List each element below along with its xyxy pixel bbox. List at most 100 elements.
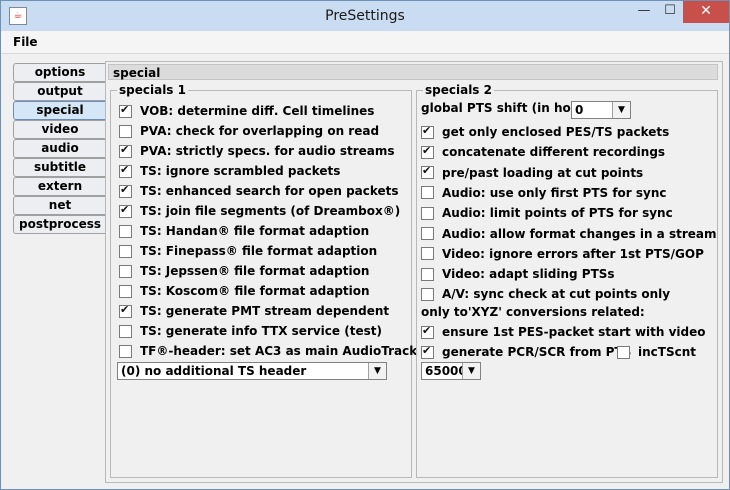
checkbox-row[interactable]: concatenate different recordings [421,143,665,161]
checkbox-label: VOB: determine diff. Cell timelines [140,104,375,118]
presettings-window: ☕ PreSettings — ☐ ✕ File options output … [0,0,730,490]
tab-extern[interactable]: extern [13,177,107,196]
checkbox-label: TS: Koscom® file format adaption [140,284,370,298]
specials1-group: specials 1 VOB: determine diff. Cell tim… [110,83,417,478]
checkbox-row[interactable]: get only enclosed PES/TS packets [421,123,669,141]
checkbox[interactable] [119,303,132,318]
chevron-down-icon[interactable]: ▼ [368,363,386,379]
checkbox[interactable] [421,267,434,281]
checkbox-row[interactable]: TS: Handan® file format adaption [119,222,369,240]
checkbox-row[interactable]: ensure 1st PES-packet start with video [421,323,706,341]
checkbox-row[interactable]: pre/past loading at cut points [421,164,643,182]
checkbox-label: Audio: allow format changes in a stream [442,226,717,241]
checkbox-row[interactable]: A/V: sync check at cut points only [421,285,670,303]
checkbox-label: PVA: strictly specs. for audio streams [140,144,395,158]
checkbox-row[interactable]: VOB: determine diff. Cell timelines [119,102,374,120]
checkbox[interactable] [421,164,434,180]
checkbox[interactable] [421,206,434,220]
checkbox-label: TS: ignore scrambled packets [140,164,341,178]
checkbox-row[interactable]: TS: join file segments (of Dreambox®) [119,202,400,220]
checkbox-row[interactable]: Video: adapt sliding PTSs [421,265,615,283]
checkbox[interactable] [119,264,132,278]
checkbox[interactable] [119,224,132,238]
panel-header: special [108,64,718,80]
checkbox[interactable] [119,344,132,358]
chevron-down-icon[interactable]: ▼ [462,363,480,379]
close-button[interactable]: ✕ [683,1,729,23]
checkbox[interactable] [421,344,434,359]
checkbox[interactable] [421,186,434,200]
menu-file[interactable]: File [13,35,38,49]
specials2-group: specials 2 global PTS shift (in hours): … [416,83,718,478]
checkbox[interactable] [119,143,132,158]
title-bar[interactable]: ☕ PreSettings — ☐ ✕ [1,1,729,31]
inctscnt-checkbox[interactable]: incTScnt [617,343,696,361]
chevron-down-icon[interactable]: ▼ [612,102,630,118]
tab-output[interactable]: output [13,82,107,101]
checkbox[interactable] [119,203,132,218]
tab-net[interactable]: net [13,196,107,215]
pts-shift-select[interactable]: 0 ▼ [571,101,631,119]
pts-shift-value: 0 [575,103,584,117]
checkbox-row[interactable]: Audio: limit points of PTS for sync [421,204,673,222]
tab-special[interactable]: special [13,101,107,120]
checkbox[interactable] [119,284,132,298]
checkbox-row[interactable]: TF®-header: set AC3 as main AudioTrack [119,342,417,360]
window-title: PreSettings [325,8,405,24]
checkbox-row[interactable]: PVA: strictly specs. for audio streams [119,142,395,160]
checkbox-row[interactable]: TS: Finepass® file format adaption [119,242,377,260]
checkbox[interactable] [421,144,434,159]
checkbox[interactable] [421,247,434,261]
tab-subtitle[interactable]: subtitle [13,158,107,177]
checkbox[interactable] [119,163,132,178]
xyz-label: only to'XYZ' conversions related: [421,305,645,319]
tab-audio[interactable]: audio [13,139,107,158]
special-panel: special specials 1 VOB: determine diff. … [105,61,723,483]
checkbox[interactable] [119,324,132,338]
tab-options[interactable]: options [13,63,107,82]
checkbox[interactable] [119,103,132,118]
checkbox-label: TS: generate PMT stream dependent [140,304,390,318]
checkbox-label: generate PCR/SCR from PTS [442,345,632,359]
checkbox-row[interactable]: TS: ignore scrambled packets [119,162,340,180]
checkbox-row[interactable]: TS: enhanced search for open packets [119,182,399,200]
maximize-button[interactable]: ☐ [657,1,683,23]
checkbox-label: PVA: check for overlapping on read [140,124,380,138]
checkbox-row[interactable]: TS: generate info TTX service (test) [119,322,382,340]
checkbox-row[interactable]: Audio: use only first PTS for sync [421,184,667,202]
checkbox[interactable] [421,287,434,301]
checkbox-row[interactable]: PVA: check for overlapping on read [119,122,379,140]
tab-video[interactable]: video [13,120,107,139]
checkbox-label: TS: enhanced search for open packets [140,184,399,198]
checkbox-label: concatenate different recordings [442,145,666,160]
specials2-title: specials 2 [423,83,494,97]
checkbox-row[interactable]: TS: generate PMT stream dependent [119,302,389,320]
checkbox[interactable] [119,124,132,138]
checkbox[interactable] [421,124,434,139]
checkbox-row[interactable]: Video: ignore errors after 1st PTS/GOP [421,245,704,263]
specials1-title: specials 1 [117,83,188,97]
checkbox[interactable] [421,227,434,240]
checkbox-label: Audio: limit points of PTS for sync [442,206,673,221]
checkbox-label: get only enclosed PES/TS packets [442,125,670,139]
inctscnt-box[interactable] [617,345,630,359]
checkbox-label: Video: ignore errors after 1st PTS/GOP [442,246,704,261]
checkbox-label: ensure 1st PES-packet start with video [442,325,706,339]
checkbox-label: pre/past loading at cut points [442,165,644,180]
pcr-value-select[interactable]: 65000 ▼ [421,362,481,380]
checkbox-row[interactable]: TS: Koscom® file format adaption [119,282,370,300]
checkbox-row[interactable]: Audio: allow format changes in a stream [421,225,716,243]
checkbox-label: TS: join file segments (of Dreambox®) [140,204,401,218]
checkbox-label: Video: adapt sliding PTSs [442,267,615,282]
checkbox[interactable] [119,183,132,198]
ts-header-select[interactable]: (0) no additional TS header ▼ [117,362,387,380]
checkbox-row[interactable]: generate PCR/SCR from PTS [421,343,631,361]
inctscnt-label: incTScnt [638,345,696,359]
checkbox-row[interactable]: TS: Jepssen® file format adaption [119,262,369,280]
checkbox-label: TS: Handan® file format adaption [140,224,370,238]
checkbox[interactable] [421,324,434,339]
checkbox[interactable] [119,244,132,258]
tab-postprocess[interactable]: postprocess [13,215,107,234]
checkbox-label: Audio: use only first PTS for sync [442,185,667,200]
minimize-button[interactable]: — [631,1,657,23]
